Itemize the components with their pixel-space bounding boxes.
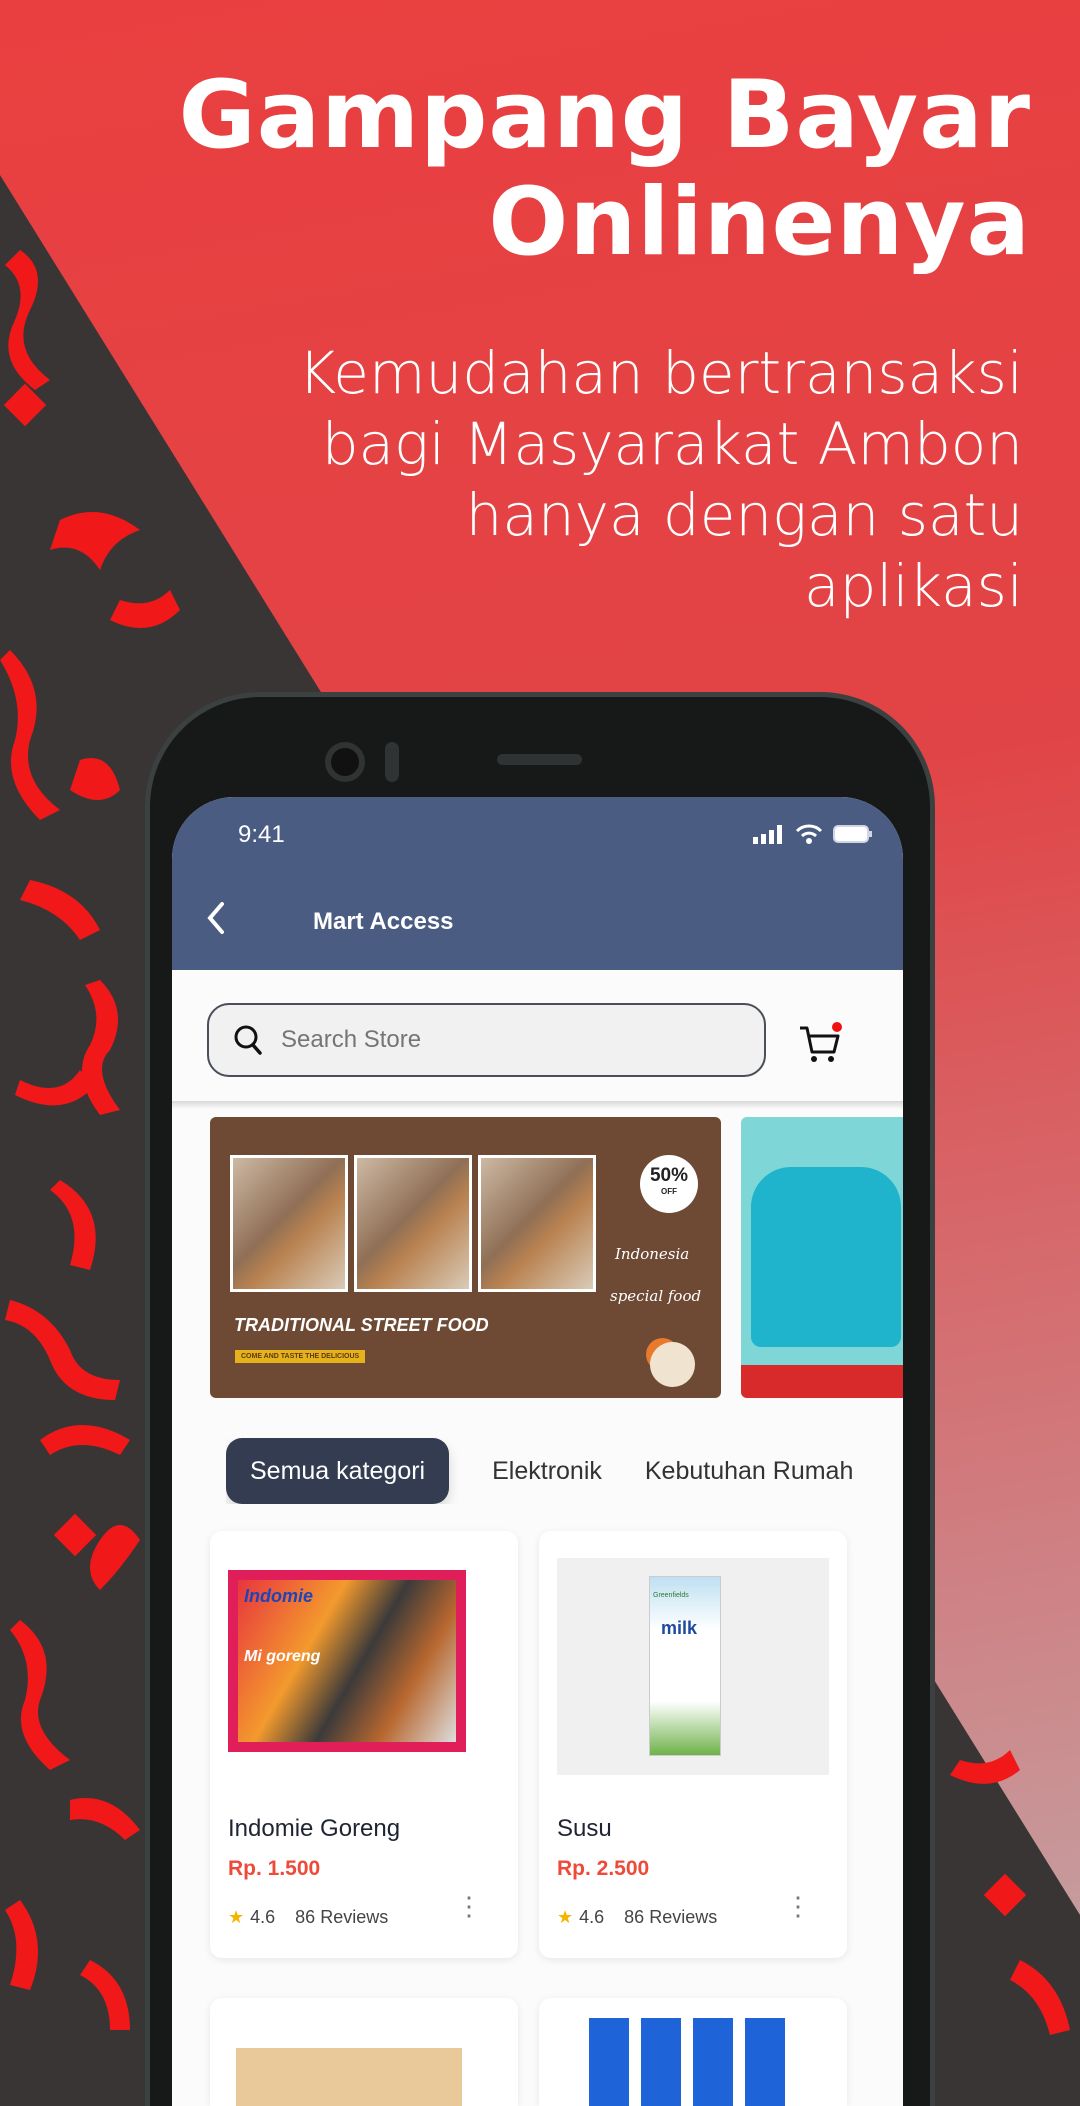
banner-script-text: special food <box>610 1287 702 1305</box>
speaker-grille <box>497 754 582 765</box>
wifi-icon <box>795 824 823 844</box>
category-tabs: Semua kategori Elektronik Kebutuhan Ruma… <box>226 1438 903 1504</box>
banner-photo <box>354 1155 472 1292</box>
product-price: Rp. 1.500 <box>228 1857 321 1880</box>
rating-value: 4.6 <box>250 1907 276 1927</box>
banner-photo <box>478 1155 596 1292</box>
more-options-icon[interactable]: ⋮ <box>785 1893 811 1919</box>
cart-icon <box>800 1022 842 1062</box>
banner-title: TRADITIONAL STREET FOOD <box>234 1315 489 1335</box>
headline-line-1: Gampang Bayar <box>178 61 1031 170</box>
status-time: 9:41 <box>238 821 285 848</box>
product-image <box>236 2048 462 2106</box>
product-image: Indomie Mi goreng <box>228 1558 500 1775</box>
product-image: Greenfields milk <box>557 1558 829 1775</box>
category-tab-elektronik[interactable]: Elektronik <box>492 1457 602 1486</box>
page-title: Mart Access <box>313 908 454 935</box>
product-name: Indomie Goreng <box>228 1815 401 1842</box>
product-card[interactable]: Indomie Mi goreng Indomie Goreng Rp. 1.5… <box>210 1531 518 1958</box>
backpack-image <box>751 1167 901 1347</box>
product-price: Rp. 2.500 <box>557 1857 650 1880</box>
subtitle-line: aplikasi <box>803 552 1023 620</box>
promo-subtitle: Kemudahan bertransaksi bagi Masyarakat A… <box>298 338 1023 622</box>
battery-icon <box>833 825 872 843</box>
status-icons <box>753 823 873 845</box>
star-icon: ★ <box>228 1907 245 1927</box>
banner-tag: COME AND TASTE THE DELICIOUS <box>235 1350 366 1363</box>
subtitle-line: Kemudahan bertransaksi <box>298 339 1023 407</box>
rating-value: 4.6 <box>579 1907 605 1927</box>
product-card[interactable] <box>539 1998 847 2106</box>
banner-backpack[interactable] <box>741 1117 903 1398</box>
sensor-icon <box>385 742 399 782</box>
subtitle-line: bagi Masyarakat Ambon <box>321 410 1023 478</box>
headline-line-2: Onlinenya <box>488 168 1031 277</box>
review-count: 86 Reviews <box>295 1907 389 1927</box>
cart-badge <box>832 1022 842 1032</box>
product-rating: ★ 4.6 86 Reviews <box>228 1907 388 1928</box>
search-input[interactable] <box>281 1026 701 1054</box>
discount-badge: 50% OFF <box>640 1155 698 1213</box>
camera-icon <box>325 742 365 782</box>
app-header: 9:41 Mart Access <box>172 797 903 970</box>
product-image <box>589 2018 789 2106</box>
discount-label: OFF <box>661 1187 677 1196</box>
app-screen: 9:41 Mart Access 50% OFF Indonesia speci… <box>172 797 903 2106</box>
banner-illustration <box>650 1342 695 1387</box>
banner-footer-strip <box>741 1365 903 1398</box>
search-bar[interactable] <box>207 1003 766 1077</box>
product-card[interactable] <box>210 1998 518 2106</box>
discount-value: 50% <box>649 1165 689 1186</box>
product-name: Susu <box>557 1815 612 1842</box>
subtitle-line: hanya dengan satu <box>465 481 1023 549</box>
more-options-icon[interactable]: ⋮ <box>456 1893 482 1919</box>
promo-headline: Gampang Bayar Onlinenya <box>179 62 1031 276</box>
banner-script-text: Indonesia <box>615 1245 690 1263</box>
star-icon: ★ <box>557 1907 574 1927</box>
pack-brand: Indomie <box>244 1586 314 1606</box>
product-card[interactable]: Greenfields milk Susu Rp. 2.500 ★ 4.6 86… <box>539 1531 847 1958</box>
pack-brand: Greenfields <box>653 1592 689 1599</box>
header-divider <box>172 1101 903 1109</box>
banner-photo <box>230 1155 348 1292</box>
chevron-left-icon <box>207 902 224 934</box>
product-rating: ★ 4.6 86 Reviews <box>557 1907 717 1928</box>
banner-street-food[interactable]: 50% OFF Indonesia special food TRADITION… <box>210 1117 721 1398</box>
signal-icon <box>753 825 782 844</box>
search-icon <box>234 1025 262 1055</box>
category-tab-semua[interactable]: Semua kategori <box>226 1438 450 1504</box>
back-button[interactable] <box>206 901 226 944</box>
category-tab-kebutuhan-rumah[interactable]: Kebutuhan Rumah <box>645 1457 853 1486</box>
cart-button[interactable] <box>798 1022 844 1071</box>
pack-text: Mi goreng <box>244 1648 321 1665</box>
pack-text: milk <box>661 1618 698 1638</box>
review-count: 86 Reviews <box>624 1907 718 1927</box>
